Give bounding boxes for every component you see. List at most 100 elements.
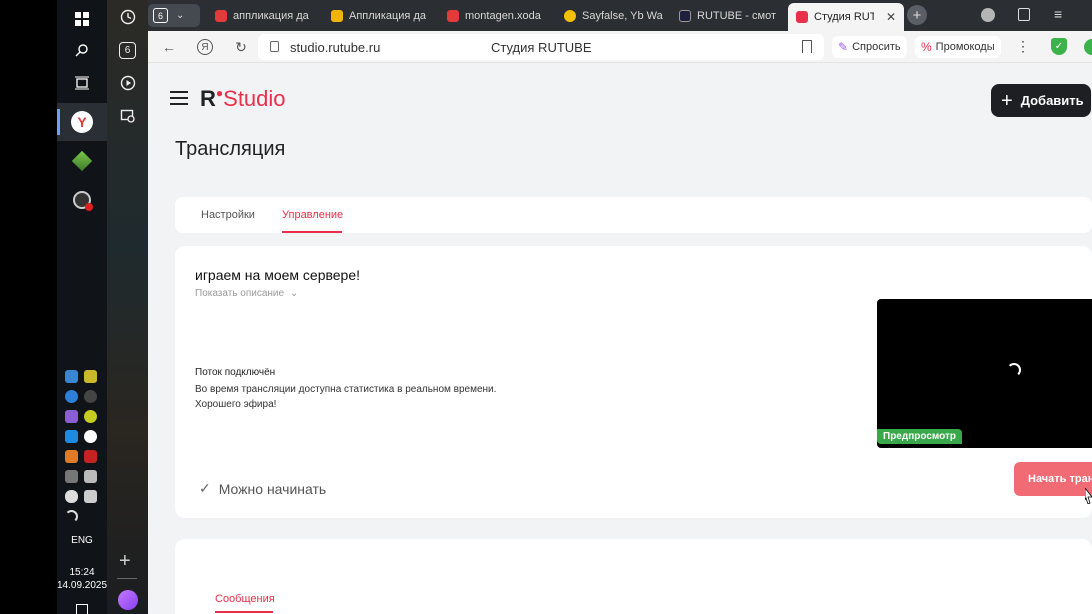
back-arrow-icon[interactable]: ← (160, 38, 178, 56)
profile-icon[interactable] (981, 8, 995, 22)
yandex-favicon-icon (215, 9, 227, 22)
yandex-tray-icon[interactable] (84, 429, 97, 443)
start-broadcast-button[interactable]: Начать трансляцию (1014, 462, 1092, 496)
stream-status-title: Поток подключён (195, 367, 276, 378)
language-indicator[interactable]: ENG (57, 535, 107, 546)
tray-app-icon[interactable] (84, 369, 97, 383)
promo-label: Промокоды (935, 41, 995, 53)
image-favicon-icon (331, 9, 343, 22)
feather-icon[interactable] (65, 409, 78, 423)
tab-3[interactable]: montagen.xoda (447, 4, 547, 27)
page-title-in-address: Студия RUTUBE (491, 40, 592, 55)
tab-label: montagen.xoda (465, 9, 541, 22)
tab-1[interactable]: аппликация да (215, 4, 313, 27)
browser-tab-bar: 6 ⌄ аппликация да Аппликация да montagen… (148, 0, 1092, 31)
history-icon[interactable] (107, 0, 148, 34)
shield-icon[interactable] (65, 429, 78, 443)
chrome-icon[interactable] (65, 389, 78, 403)
page-title: Трансляция (175, 138, 286, 160)
logo-studio: Studio (223, 86, 286, 111)
tabs-manager-icon[interactable] (1018, 8, 1030, 21)
obs-tray-icon[interactable] (84, 389, 97, 403)
minecraft-taskbar-icon[interactable] (57, 142, 107, 180)
percent-icon: % (921, 40, 932, 54)
add-button[interactable]: + Добавить (991, 84, 1091, 117)
stream-title: играем на моем сервере! (195, 267, 361, 283)
tab-label: Студия RUTUBE (814, 11, 874, 23)
tab-messages[interactable]: Сообщения (215, 593, 275, 605)
check-icon: ✓ (199, 480, 211, 496)
bookmark-icon[interactable] (802, 40, 812, 53)
alice-icon[interactable] (118, 590, 138, 610)
stream-preview: Предпросмотр (877, 299, 1092, 448)
rutube-studio-logo[interactable]: R●Studio (200, 86, 286, 112)
tab-group-count: 6 (119, 41, 136, 59)
play-favicon-icon (564, 9, 576, 22)
broadcast-card: играем на моем сервере! Показать описани… (175, 246, 1092, 518)
logo-r: R (200, 86, 216, 111)
yandex-favicon-icon (447, 9, 459, 22)
active-tab-indicator (282, 231, 342, 233)
clock-date: 14.09.2025 (57, 580, 108, 591)
tab-group-chip[interactable]: 6 ⌄ (148, 4, 200, 27)
browser-side-panel: 6 + (107, 0, 148, 614)
show-description-link[interactable]: Показать описание ⌄ (195, 288, 298, 299)
new-tab-button[interactable]: + (907, 5, 927, 25)
url-text: studio.rutube.ru (290, 40, 381, 55)
reload-icon[interactable]: ↻ (232, 38, 250, 56)
menu-icon[interactable]: ≡ (1054, 6, 1062, 22)
url-field[interactable]: studio.rutube.ru Студия RUTUBE (258, 34, 824, 60)
preview-badge: Предпросмотр (877, 429, 963, 444)
speaker-icon[interactable] (84, 489, 97, 503)
tab-4[interactable]: Sayfalse, Yb Wa (564, 4, 664, 27)
display-icon[interactable] (65, 469, 78, 483)
ask-icon: ✎ (838, 40, 849, 54)
rutube-favicon-icon (679, 9, 691, 22)
ask-label: Спросить (852, 41, 901, 53)
rutube-studio-favicon-icon (796, 11, 808, 23)
yandex-browser-taskbar-icon[interactable]: Y (57, 103, 107, 141)
ask-button[interactable]: ✎ Спросить (832, 36, 907, 58)
tab-5[interactable]: RUTUBE - смот (679, 4, 779, 27)
more-options-icon[interactable]: ⋮ (1016, 38, 1030, 55)
battery-icon[interactable] (84, 469, 97, 483)
studio-header: R●Studio + Добавить (148, 63, 1092, 135)
tab-active-studio[interactable]: Студия RUTUBE ✕ (788, 3, 904, 31)
screenshot-icon[interactable] (107, 99, 148, 133)
tab-management[interactable]: Управление (282, 209, 343, 221)
tab-label: RUTUBE - смот (697, 9, 776, 22)
telegram-icon[interactable] (65, 369, 78, 383)
yandex-y-icon[interactable]: Я (196, 38, 214, 56)
tray-orange-icon[interactable] (65, 449, 78, 463)
chevron-down-icon: ⌄ (289, 288, 299, 299)
tab-label: Аппликация да (349, 9, 426, 22)
obs-taskbar-icon[interactable] (57, 181, 107, 219)
add-panel-icon[interactable]: + (119, 551, 131, 571)
tab-label: аппликация да (233, 9, 309, 22)
hamburger-menu-icon[interactable] (170, 91, 188, 105)
show-description-label: Показать описание (195, 288, 285, 299)
tab-group-icon[interactable]: 6 (107, 33, 148, 67)
ready-status: ✓ Можно начинать (199, 480, 326, 497)
network-icon[interactable] (65, 509, 78, 523)
task-view-icon[interactable] (57, 64, 107, 102)
close-tab-icon[interactable]: ✕ (886, 10, 896, 24)
status-line: Во время трансляции доступна статистика … (195, 384, 497, 395)
panel-divider (117, 578, 137, 579)
tray-green-icon[interactable] (84, 409, 97, 423)
tray-red-icon[interactable] (84, 449, 97, 463)
extension-icon[interactable] (1084, 39, 1092, 55)
clock[interactable]: 15:24 14.09.2025 (57, 566, 107, 592)
loading-spinner-icon (1007, 363, 1021, 377)
tab-settings[interactable]: Настройки (201, 209, 255, 221)
microphone-icon[interactable] (65, 489, 78, 503)
protect-shield-icon[interactable]: ✓ (1051, 38, 1067, 55)
mouse-cursor-icon (1085, 488, 1092, 504)
add-button-label: Добавить (1020, 93, 1084, 108)
clock-time: 15:24 (69, 567, 95, 578)
notification-icon[interactable] (76, 604, 88, 614)
ready-label: Можно начинать (218, 480, 327, 497)
promo-button[interactable]: % Промокоды (915, 36, 1001, 58)
play-icon[interactable] (107, 66, 148, 100)
tab-2[interactable]: Аппликация да (331, 4, 429, 27)
